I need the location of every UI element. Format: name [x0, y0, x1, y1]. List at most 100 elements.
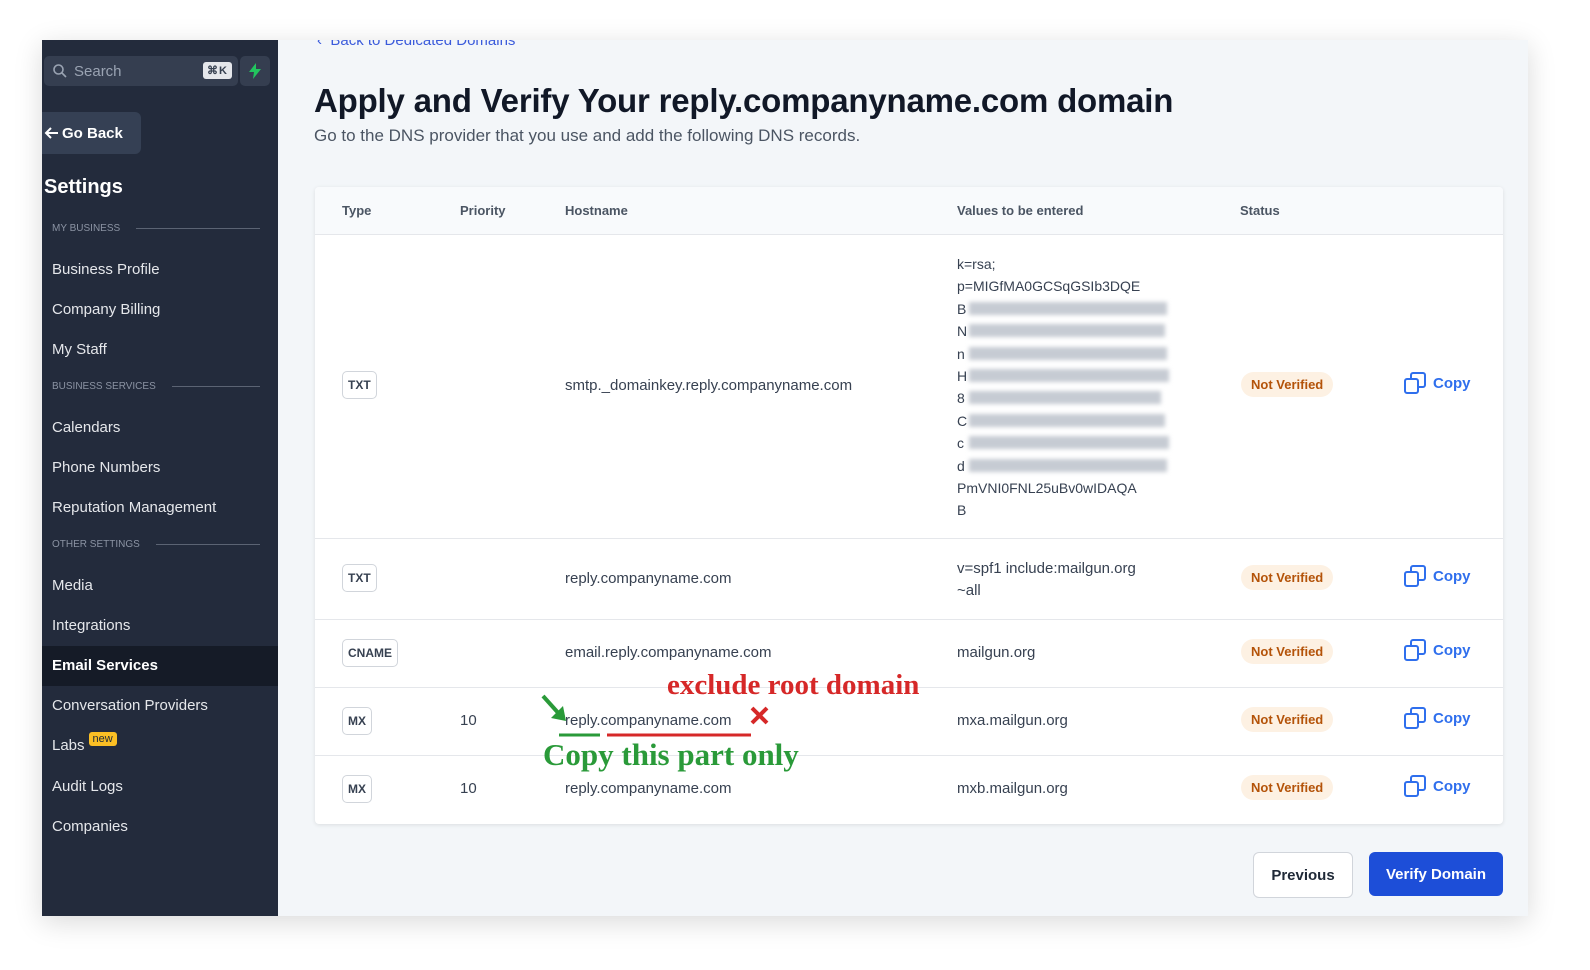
section-other-settings: OTHER SETTINGS: [52, 539, 260, 550]
section-label: BUSINESS SERVICES: [52, 381, 156, 392]
type-badge: MX: [342, 775, 372, 803]
sidebar-item-company-billing[interactable]: Company Billing: [52, 301, 160, 318]
value-cell: mxb.mailgun.org: [957, 780, 1068, 797]
copy-button[interactable]: Copy: [1403, 774, 1471, 798]
redaction-blur: [969, 301, 1167, 315]
status-badge: Not Verified: [1241, 565, 1334, 590]
status-badge: Not Verified: [1241, 372, 1334, 397]
type-badge: TXT: [342, 564, 377, 592]
sidebar-item-labs[interactable]: Labs new: [52, 732, 117, 754]
page-subtitle: Go to the DNS provider that you use and …: [314, 126, 861, 145]
sidebar: Search ⌘K Go Back Settings MY BUSINESS B…: [42, 40, 278, 916]
value-cell: mailgun.org: [957, 644, 1036, 661]
type-badge: MX: [342, 707, 372, 735]
app-window: Search ⌘K Go Back Settings MY BUSINESS B…: [42, 40, 1528, 916]
copy-icon: [1404, 775, 1426, 797]
arrow-left-icon: [44, 127, 58, 139]
copy-label: Copy: [1433, 777, 1471, 795]
sidebar-item-reputation-management[interactable]: Reputation Management: [52, 499, 216, 516]
header-status: Status: [1240, 203, 1280, 218]
sidebar-item-audit-logs[interactable]: Audit Logs: [52, 778, 123, 795]
shortcut-badge: ⌘K: [203, 62, 232, 79]
hostname-cell: smtp._domainkey.reply.companyname.com: [565, 377, 853, 394]
value-line: p=MIGfMA0GCSqGSIb3DQE: [957, 278, 1141, 295]
header-hostname: Hostname: [565, 203, 628, 218]
value-line-redacted: B: [957, 298, 1177, 320]
copy-icon: [1404, 639, 1426, 661]
copy-icon: [1404, 372, 1426, 394]
table-row: MX 10 reply.companyname.com mxb.mailgun.…: [315, 756, 1503, 824]
dkim-value-cell: k=rsa; p=MIGfMA0GCSqGSIb3DQE B N n H 8 C…: [957, 253, 1177, 522]
sidebar-item-integrations[interactable]: Integrations: [52, 617, 130, 634]
page-title: Apply and Verify Your reply.companyname.…: [314, 82, 1174, 119]
table-row: TXT reply.companyname.com v=spf1 include…: [315, 539, 1503, 620]
previous-button[interactable]: Previous: [1253, 852, 1353, 898]
copy-button[interactable]: Copy: [1403, 638, 1471, 662]
status-badge: Not Verified: [1241, 707, 1334, 732]
value-line-redacted: C: [957, 410, 1177, 432]
sidebar-item-media[interactable]: Media: [52, 577, 93, 594]
priority-cell: 10: [460, 780, 477, 797]
value-line: ~all: [957, 582, 981, 599]
sidebar-item-phone-numbers[interactable]: Phone Numbers: [52, 459, 160, 476]
go-back-button[interactable]: Go Back: [42, 112, 141, 154]
redaction-blur: [969, 368, 1169, 382]
search-input[interactable]: Search ⌘K: [44, 56, 238, 86]
value-line-redacted: n: [957, 343, 1177, 365]
copy-icon: [1404, 565, 1426, 587]
search-placeholder: Search: [74, 62, 122, 80]
red-x-icon: [750, 706, 769, 725]
lightning-icon: [249, 63, 261, 79]
table-header: Type Priority Hostname Values to be ente…: [315, 187, 1503, 235]
sidebar-item-calendars[interactable]: Calendars: [52, 419, 120, 436]
new-badge: new: [88, 732, 117, 746]
header-values: Values to be entered: [957, 203, 1084, 218]
sidebar-item-conversation-providers[interactable]: Conversation Providers: [52, 697, 208, 714]
redaction-blur: [969, 458, 1167, 472]
copy-label: Copy: [1433, 641, 1471, 659]
type-badge: CNAME: [342, 639, 398, 667]
copy-label: Copy: [1433, 567, 1471, 585]
header-priority: Priority: [460, 203, 506, 218]
value-line-redacted: N: [957, 320, 1177, 342]
back-link-label: Back to Dedicated Domains: [330, 40, 516, 49]
table-row: TXT smtp._domainkey.reply.companyname.co…: [315, 235, 1503, 539]
sidebar-item-my-staff[interactable]: My Staff: [52, 341, 107, 358]
back-to-domains-link[interactable]: ‹ Back to Dedicated Domains: [317, 40, 515, 49]
header-type: Type: [342, 203, 372, 218]
value-line-redacted: 8: [957, 387, 1177, 409]
hostname-cell: reply.companyname.com: [565, 570, 732, 587]
hostname-cell: email.reply.companyname.com: [565, 644, 772, 661]
value-line-redacted: H: [957, 365, 1177, 387]
sidebar-item-label: Labs: [52, 737, 85, 754]
sidebar-item-business-profile[interactable]: Business Profile: [52, 261, 160, 278]
redaction-blur: [969, 346, 1167, 360]
annotation-copy-part: Copy this part only: [543, 737, 799, 772]
status-badge: Not Verified: [1241, 639, 1334, 664]
sidebar-item-companies[interactable]: Companies: [52, 818, 128, 835]
search-icon: [53, 64, 67, 78]
value-line: PmVNI0FNL25uBv0wIDAQA: [957, 479, 1137, 496]
section-label: MY BUSINESS: [52, 223, 121, 234]
annotation-marks: [541, 694, 769, 737]
sidebar-item-email-services[interactable]: Email Services: [52, 657, 158, 674]
value-line: k=rsa;: [957, 256, 996, 272]
redaction-blur: [969, 324, 1165, 338]
divider: [136, 228, 260, 229]
value-line-redacted: d: [957, 455, 1177, 477]
redaction-blur: [969, 436, 1169, 450]
priority-cell: 10: [460, 712, 477, 729]
copy-button[interactable]: Copy: [1403, 706, 1471, 730]
type-badge: TXT: [342, 371, 377, 399]
redaction-blur: [969, 413, 1165, 427]
copy-button[interactable]: Copy: [1403, 371, 1471, 395]
redaction-blur: [969, 391, 1161, 405]
copy-icon: [1404, 707, 1426, 729]
section-business-services: BUSINESS SERVICES: [52, 381, 260, 392]
section-my-business: MY BUSINESS: [52, 223, 260, 234]
divider: [171, 386, 260, 387]
verify-domain-button[interactable]: Verify Domain: [1369, 852, 1503, 896]
value-cell: mxa.mailgun.org: [957, 712, 1068, 729]
quick-action-button[interactable]: [240, 56, 270, 86]
copy-button[interactable]: Copy: [1403, 564, 1471, 588]
